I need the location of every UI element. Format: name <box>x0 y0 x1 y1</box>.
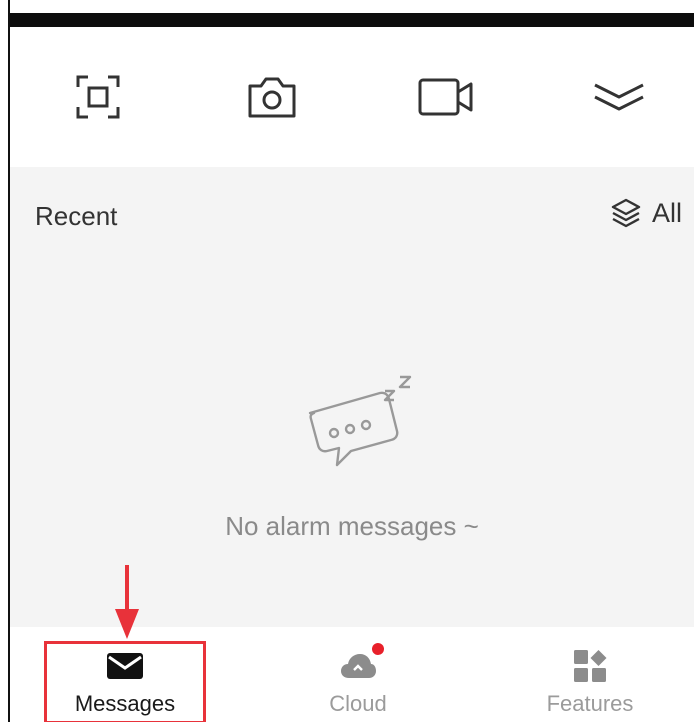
app-screen: Recent All No alarm messages ~ Messages … <box>0 0 694 722</box>
status-bar <box>8 13 694 27</box>
tab-cloud[interactable]: Cloud <box>278 627 438 722</box>
recent-title: Recent <box>35 201 118 231</box>
screen-edge <box>8 0 10 722</box>
all-filter-button[interactable]: All <box>610 197 682 229</box>
recent-section: Recent All No alarm messages ~ <box>10 167 694 627</box>
empty-state-message: No alarm messages ~ <box>225 511 479 541</box>
tab-cloud-label: Cloud <box>329 691 387 716</box>
envelope-icon <box>107 653 143 679</box>
grid-icon <box>574 650 607 682</box>
empty-state-illustration <box>302 371 426 478</box>
layers-icon <box>611 198 641 228</box>
tab-messages[interactable]: Messages <box>45 627 205 722</box>
camera-icon <box>248 77 296 118</box>
scan-frame-icon <box>76 75 120 119</box>
expand-more-button[interactable] <box>589 67 649 127</box>
double-chevron-down-icon <box>594 83 644 111</box>
video-camera-icon <box>418 78 473 116</box>
sleeping-message-bubble-icon <box>308 375 412 467</box>
scan-button[interactable] <box>68 67 128 127</box>
cloud-icon <box>341 654 376 678</box>
cloud-notification-badge <box>372 643 384 655</box>
all-filter-label: All <box>651 197 682 228</box>
tab-features-label: Features <box>546 691 634 716</box>
tab-features[interactable]: Features <box>510 627 670 722</box>
video-record-button[interactable] <box>416 67 476 127</box>
tab-messages-label: Messages <box>74 691 176 716</box>
quick-actions-toolbar <box>10 27 694 167</box>
bottom-tab-bar: Messages Cloud Features <box>10 627 694 722</box>
camera-button[interactable] <box>242 67 302 127</box>
